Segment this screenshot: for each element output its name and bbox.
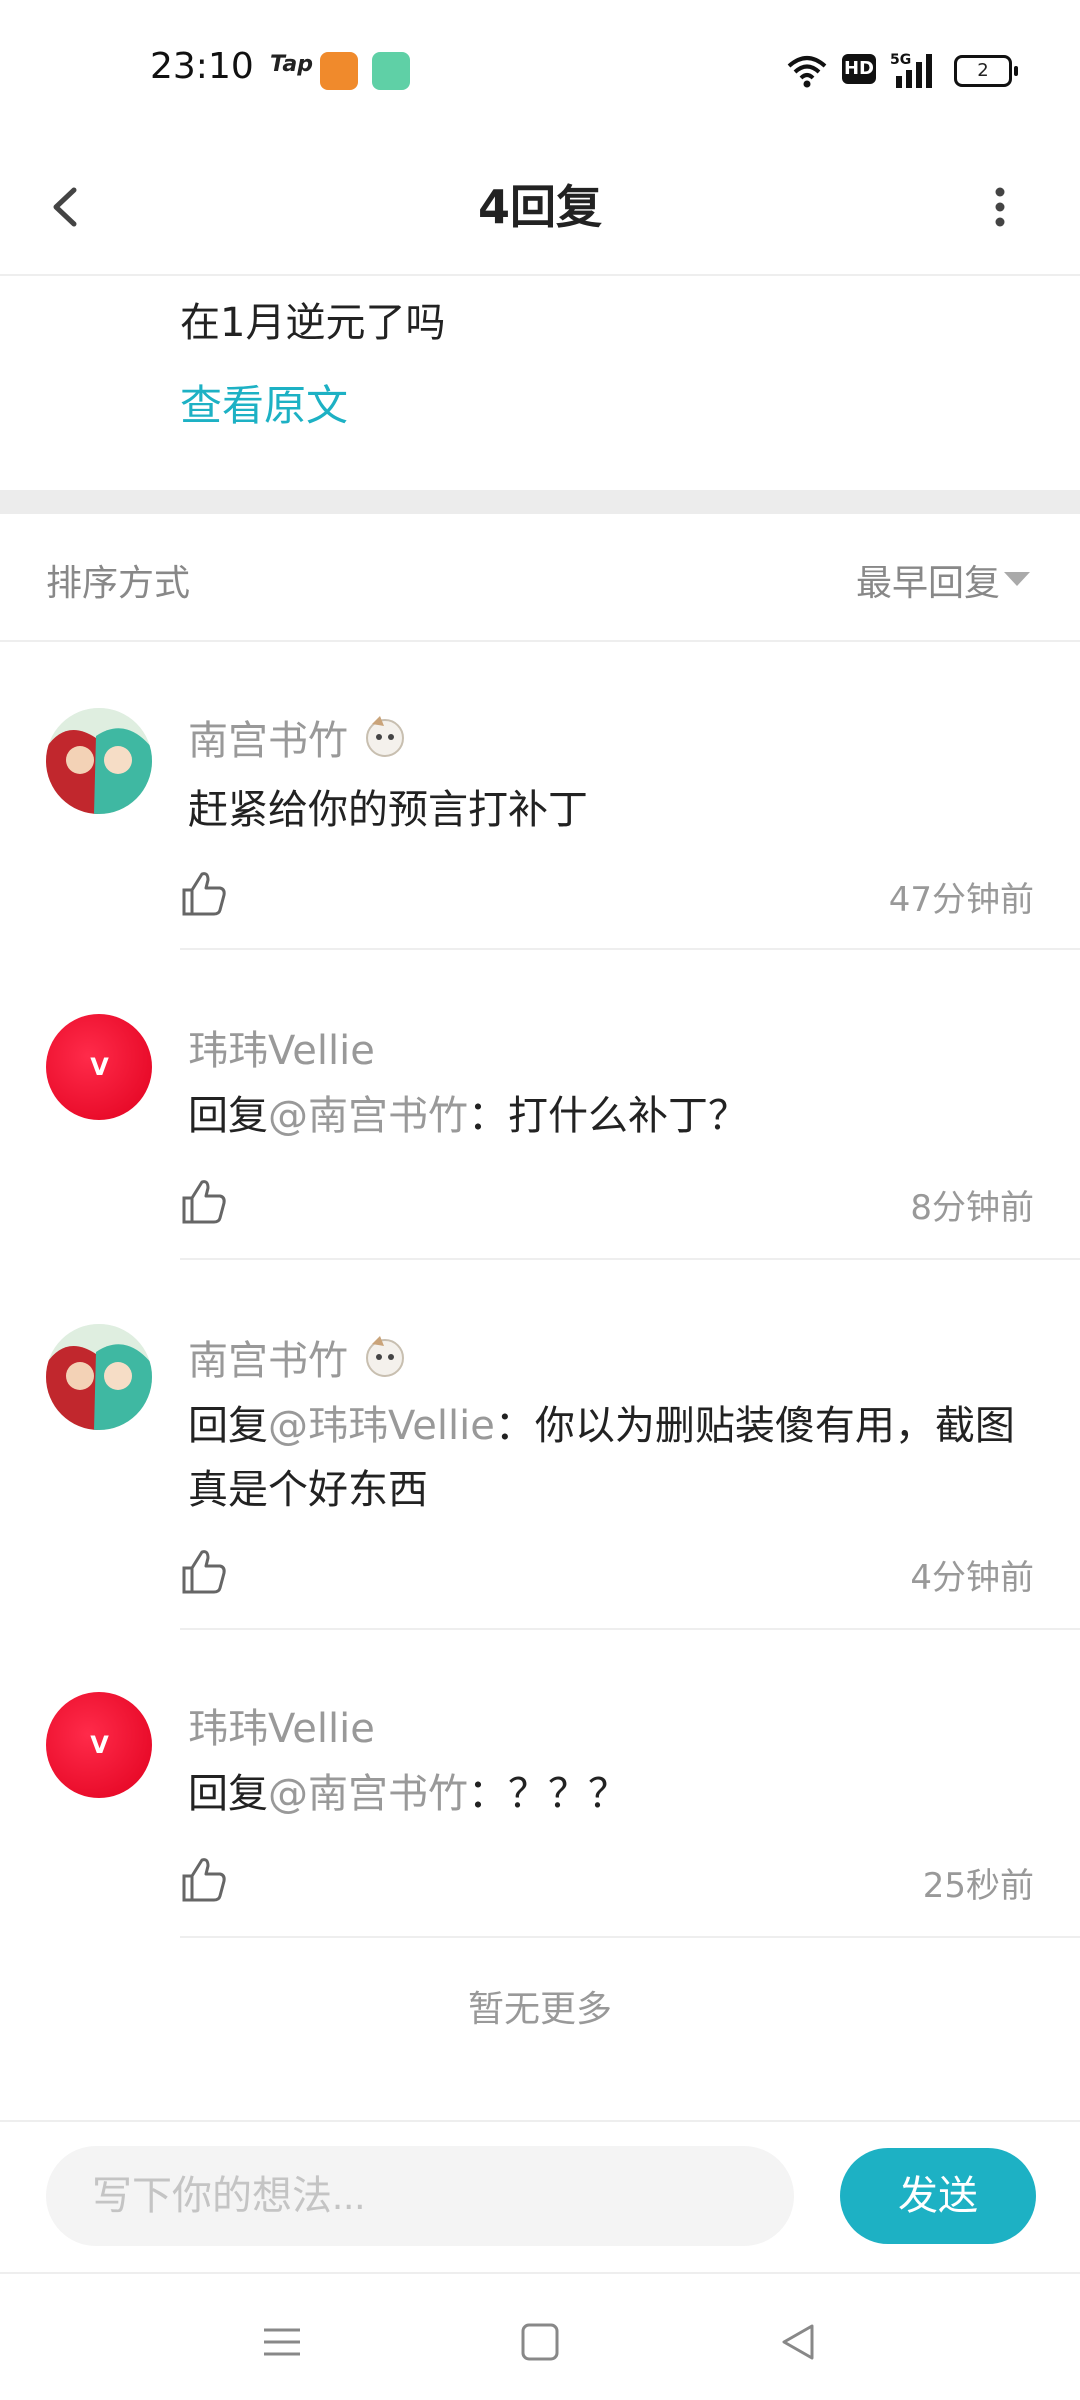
comment-item: V 玮玮Vellie 回复@南宫书竹：打什么补丁？ 8分钟前 [0,950,1080,1260]
back-triangle-icon[interactable] [768,2312,828,2372]
uc-browser-icon [320,52,358,90]
menu-icon[interactable] [252,2312,312,2372]
status-bar: 23:10 Tap HD 5G 2 [0,0,1080,140]
no-more-text: 暂无更多 [467,1989,612,2030]
battery-icon: 2 [954,55,1018,87]
signal-5g-icon: 5G [890,52,932,88]
vellie-logo-icon: V [90,1053,109,1081]
comment-body: 赶紧给你的预言打补丁 [188,787,588,833]
thumbs-up-icon[interactable] [178,868,230,920]
sort-bar: 排序方式 最早回复 [0,514,1080,642]
sort-dropdown[interactable]: 最早回复 [856,554,1000,606]
comment-time: 4分钟前 [910,1558,1034,1598]
comment-text: 赶紧给你的预言打补丁 [188,778,1018,842]
view-original-link[interactable]: 查看原文 [180,372,348,433]
reply-prefix: 回复 [188,1771,268,1817]
vellie-logo-icon: V [90,1731,109,1759]
reply-prefix: 回复 [188,1093,268,1139]
avatar[interactable] [46,708,152,814]
comment-time: 47分钟前 [888,880,1034,920]
avatar[interactable] [46,1324,152,1430]
comment-author[interactable]: 南宫书竹 [188,708,348,766]
thumbs-up-icon[interactable] [178,1176,230,1228]
comment-author[interactable]: 南宫书竹 [188,1328,348,1386]
thumbs-up-icon[interactable] [178,1546,230,1598]
comment-body: ：打什么补丁？ [468,1093,748,1139]
home-square-icon[interactable] [510,2312,570,2372]
sort-label: 排序方式 [46,563,191,604]
send-button[interactable]: 发送 [840,2148,1036,2244]
hd-icon: HD [842,54,876,84]
comment-item: V 玮玮Vellie 回复@南宫书竹：？？？ 25秒前 [0,1630,1080,1940]
wifi-icon [787,56,827,88]
comment-text: 回复@南宫书竹：打什么补丁？ [188,1084,1018,1148]
avatar[interactable]: V [46,1692,152,1798]
tap-app-icon: Tap [270,52,313,77]
character-badge-icon [366,716,404,757]
reader-app-icon [372,52,410,90]
comment-text: 回复@南宫书竹：？？？ [188,1762,1018,1826]
comment-author[interactable]: 玮玮Vellie [188,1696,375,1754]
section-divider [0,490,1080,514]
comment-author[interactable]: 玮玮Vellie [188,1018,375,1076]
comment-text: 回复@玮玮Vellie：你以为删贴装傻有用，截图真是个好东西 [188,1394,1018,1522]
avatar[interactable]: V [46,1014,152,1120]
comment-composer: 发送 [0,2120,1080,2274]
original-post-excerpt: 在1月逆元了吗 [180,300,446,346]
svg-text:5G: 5G [890,52,911,68]
comment-time: 25秒前 [922,1866,1034,1906]
comment-body: ：？？？ [468,1771,628,1817]
comment-item: 南宫书竹 赶紧给你的预言打补丁 47分钟前 [0,640,1080,950]
system-nav-bar [0,2272,1080,2400]
comment-divider [180,1936,1080,1938]
mention-link[interactable]: @南宫书竹 [268,1093,468,1139]
more-options-icon[interactable] [960,164,1040,250]
comment-time: 8分钟前 [910,1188,1034,1228]
top-app-bar: 4回复 [0,140,1080,276]
mention-link[interactable]: @玮玮Vellie [268,1403,495,1449]
character-badge-icon [366,1336,404,1377]
status-time: 23:10 [150,46,254,87]
comment-input[interactable] [46,2146,794,2246]
thumbs-up-icon[interactable] [178,1854,230,1906]
mention-link[interactable]: @南宫书竹 [268,1771,468,1817]
reply-prefix: 回复 [188,1403,268,1449]
comment-item: 南宫书竹 回复@玮玮Vellie：你以为删贴装傻有用，截图真是个好东西 4分钟前 [0,1260,1080,1630]
page-title: 4回复 [477,180,602,234]
dropdown-arrow-icon[interactable] [1004,572,1030,586]
